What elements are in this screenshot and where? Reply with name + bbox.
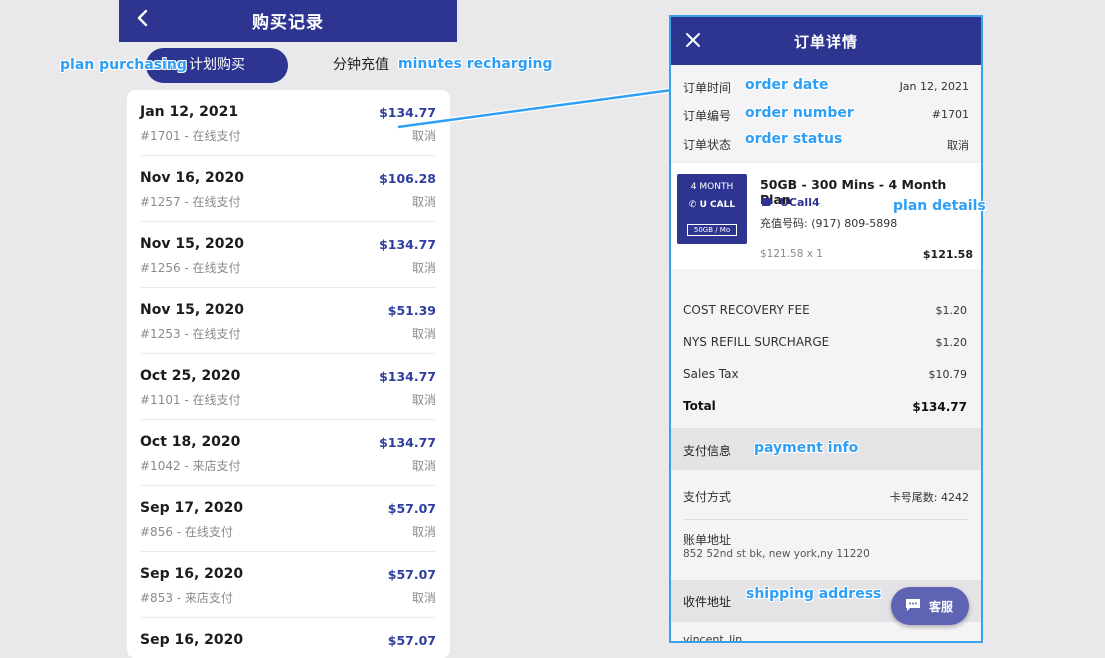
fee-breakdown: COST RECOVERY FEE $1.20 NYS REFILL SURCH… xyxy=(671,269,981,428)
order-row[interactable]: Sep 16, 2020 $57.07 xyxy=(140,618,436,658)
order-number-payment: #1101 - 在线支付 xyxy=(140,393,241,407)
order-number-label: 订单编号 xyxy=(683,109,732,123)
order-amount: $57.07 xyxy=(387,501,436,516)
annotation-plan-purchasing: plan purchasing xyxy=(60,57,187,73)
order-status: 取消 xyxy=(411,459,436,473)
order-row[interactable]: Oct 25, 2020 $134.77 #1101 - 在线支付 取消 xyxy=(140,354,436,420)
order-amount: $134.77 xyxy=(379,105,436,120)
plan-details: 4 MONTH ✆ U CALL 50GB / Mo 50GB - 300 Mi… xyxy=(671,163,981,269)
order-date: Sep 17, 2020 xyxy=(140,500,244,516)
fee-value: $10.79 xyxy=(928,368,968,381)
order-status-value: 取消 xyxy=(947,139,969,152)
recharge-phone: 充值号码: (917) 809-5898 xyxy=(760,217,898,230)
annotation-order-date: order date xyxy=(745,77,829,93)
fee-label: Sales Tax xyxy=(683,367,739,381)
plan-brand: UCall4 xyxy=(762,196,820,209)
order-status: 取消 xyxy=(411,393,436,407)
annotation-plan-details: plan details xyxy=(893,198,986,214)
payment-info: 支付方式 卡号尾数: 4242 账单地址 852 52nd st bk, new… xyxy=(671,470,981,580)
order-date: Sep 16, 2020 xyxy=(140,566,244,582)
order-number-payment: #853 - 来店支付 xyxy=(140,591,233,605)
order-status-label: 订单状态 xyxy=(683,138,732,152)
order-amount: $134.77 xyxy=(379,435,436,450)
shipping-address: vincent_lin xyxy=(671,622,981,643)
plan-thumbnail-data: 50GB / Mo xyxy=(687,224,737,236)
total-value: $134.77 xyxy=(912,400,967,414)
order-number-payment: #1253 - 在线支付 xyxy=(140,327,241,341)
plan-brand-label: UCall4 xyxy=(780,196,820,209)
plan-thumbnail-duration: 4 MONTH xyxy=(690,182,734,192)
shipping-address-title: 收件地址 xyxy=(683,595,732,609)
total-label: Total xyxy=(683,399,716,413)
fee-value: $1.20 xyxy=(935,304,968,317)
plan-subtotal: $121.58 xyxy=(922,248,973,261)
annotation-order-number: order number xyxy=(745,105,854,121)
order-row[interactable]: Jan 12, 2021 $134.77 #1701 - 在线支付 取消 xyxy=(140,90,436,156)
order-amount: $134.77 xyxy=(379,369,436,384)
order-number-payment: #1257 - 在线支付 xyxy=(140,195,241,209)
order-number-payment: #1256 - 在线支付 xyxy=(140,261,241,275)
order-date: Sep 16, 2020 xyxy=(140,632,244,648)
order-status: 取消 xyxy=(411,525,436,539)
order-number-value: #1701 xyxy=(931,108,969,121)
payment-method-row: 支付方式 卡号尾数: 4242 xyxy=(683,488,969,520)
tag-icon xyxy=(762,198,773,206)
payment-info-title: 支付信息 xyxy=(683,444,732,458)
order-date-label: 订单时间 xyxy=(683,81,732,95)
order-status: 取消 xyxy=(411,129,436,143)
order-date: Jan 12, 2021 xyxy=(140,104,239,120)
order-date: Nov 15, 2020 xyxy=(140,236,244,252)
customer-service-label: 客服 xyxy=(929,600,954,614)
fee-label: NYS REFILL SURCHARGE xyxy=(683,335,830,349)
fee-label: COST RECOVERY FEE xyxy=(683,303,810,317)
chat-icon xyxy=(906,599,920,611)
shipping-name: vincent_lin xyxy=(683,633,743,643)
order-status: 取消 xyxy=(411,195,436,209)
order-amount: $134.77 xyxy=(379,237,436,252)
plan-unit-qty: $121.58 x 1 xyxy=(760,248,823,260)
billing-address-value: 852 52nd st bk, new york,ny 11220 xyxy=(683,548,870,560)
order-date: Nov 15, 2020 xyxy=(140,302,244,318)
plan-thumbnail-brand: ✆ U CALL xyxy=(677,200,747,210)
purchase-history-header: 购买记录 xyxy=(119,0,457,42)
order-number-payment: #1701 - 在线支付 xyxy=(140,129,241,143)
order-row[interactable]: Oct 18, 2020 $134.77 #1042 - 来店支付 取消 xyxy=(140,420,436,486)
order-date: Nov 16, 2020 xyxy=(140,170,244,186)
phone-icon: ✆ xyxy=(688,200,697,210)
order-status: 取消 xyxy=(411,591,436,605)
annotation-payment-info: payment info xyxy=(754,440,859,456)
order-status: 取消 xyxy=(411,327,436,341)
annotation-order-status: order status xyxy=(745,131,843,147)
billing-address-label: 账单地址 xyxy=(683,533,732,547)
order-amount: $57.07 xyxy=(387,633,436,648)
fee-value: $1.20 xyxy=(935,336,968,349)
annotation-minutes-recharging: minutes recharging xyxy=(398,56,553,72)
order-detail-title: 订单详情 xyxy=(793,33,858,51)
order-amount: $106.28 xyxy=(379,171,436,186)
customer-service-button[interactable]: 客服 xyxy=(891,587,969,625)
page-title: 购买记录 xyxy=(252,13,324,33)
payment-method-value: 卡号尾数: 4242 xyxy=(889,491,969,504)
order-date-value: Jan 12, 2021 xyxy=(899,80,969,93)
order-status: 取消 xyxy=(411,261,436,275)
order-row[interactable]: Nov 15, 2020 $51.39 #1253 - 在线支付 取消 xyxy=(140,288,436,354)
annotation-shipping-address: shipping address xyxy=(746,586,882,602)
order-number-payment: #1042 - 来店支付 xyxy=(140,459,241,473)
plan-thumbnail-brand-text: U CALL xyxy=(699,200,736,210)
order-detail-header: 订单详情 xyxy=(671,17,981,65)
order-row[interactable]: Sep 17, 2020 $57.07 #856 - 在线支付 取消 xyxy=(140,486,436,552)
tab-minutes-recharge[interactable]: 分钟充值 xyxy=(316,48,406,83)
order-amount: $51.39 xyxy=(387,303,436,318)
order-amount: $57.07 xyxy=(387,567,436,582)
plan-thumbnail: 4 MONTH ✆ U CALL 50GB / Mo xyxy=(677,174,747,244)
order-row[interactable]: Sep 16, 2020 $57.07 #853 - 来店支付 取消 xyxy=(140,552,436,618)
order-date: Oct 25, 2020 xyxy=(140,368,241,384)
order-list: Jan 12, 2021 $134.77 #1701 - 在线支付 取消 Nov… xyxy=(127,90,450,658)
order-row[interactable]: Nov 15, 2020 $134.77 #1256 - 在线支付 取消 xyxy=(140,222,436,288)
payment-method-label: 支付方式 xyxy=(683,490,732,504)
order-date: Oct 18, 2020 xyxy=(140,434,241,450)
order-row[interactable]: Nov 16, 2020 $106.28 #1257 - 在线支付 取消 xyxy=(140,156,436,222)
order-number-payment: #856 - 在线支付 xyxy=(140,525,233,539)
